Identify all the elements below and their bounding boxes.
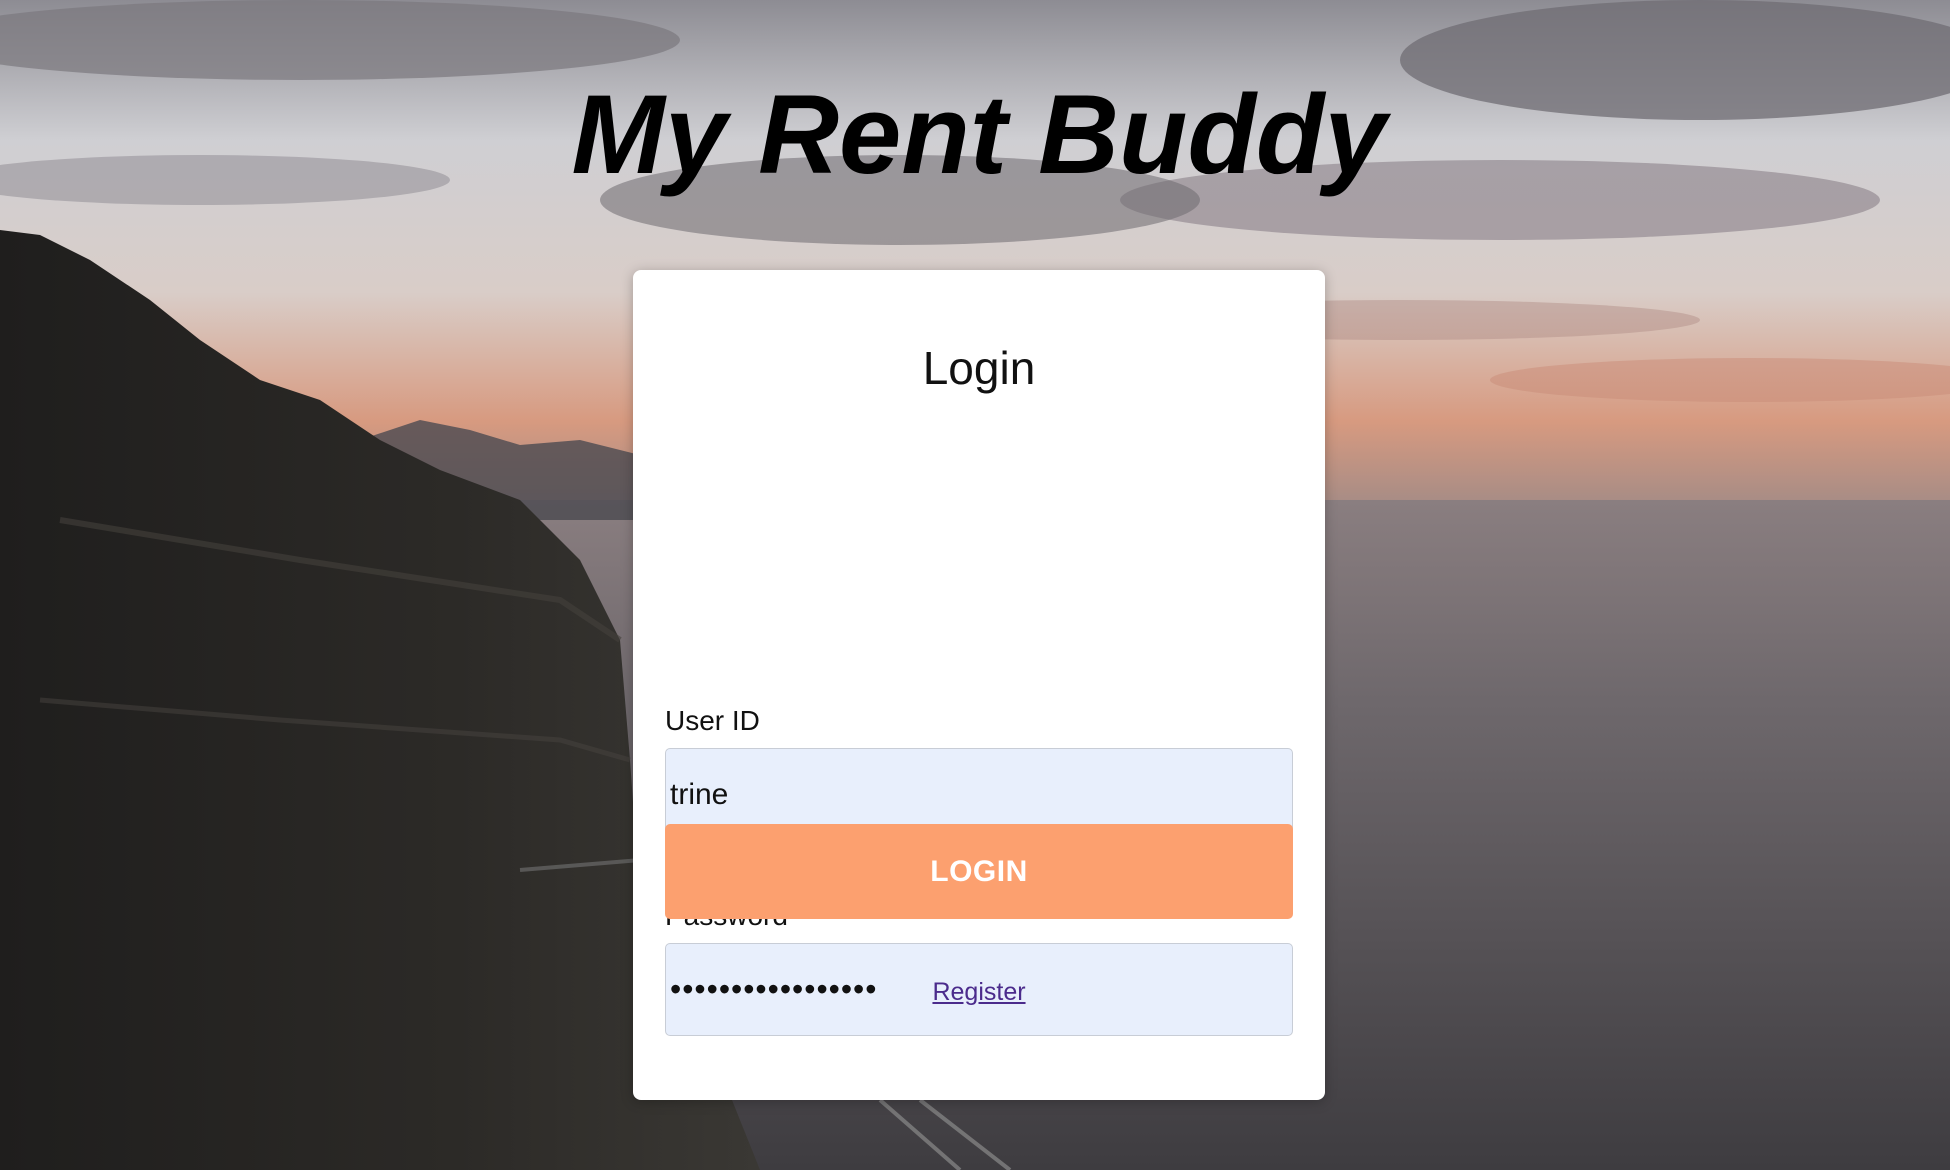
login-heading: Login — [922, 342, 1036, 394]
app-title: My Rent Buddy — [571, 72, 1387, 197]
user-id-label: User ID — [665, 705, 760, 736]
register-link[interactable]: Register — [932, 978, 1025, 1006]
login-page: My Rent Buddy Login User ID Password LOG… — [0, 0, 1950, 1170]
login-button[interactable]: LOGIN — [665, 824, 1293, 919]
register-link-container: Register — [633, 976, 1325, 1008]
login-card: Login User ID Password LOGIN Register — [633, 270, 1325, 1100]
